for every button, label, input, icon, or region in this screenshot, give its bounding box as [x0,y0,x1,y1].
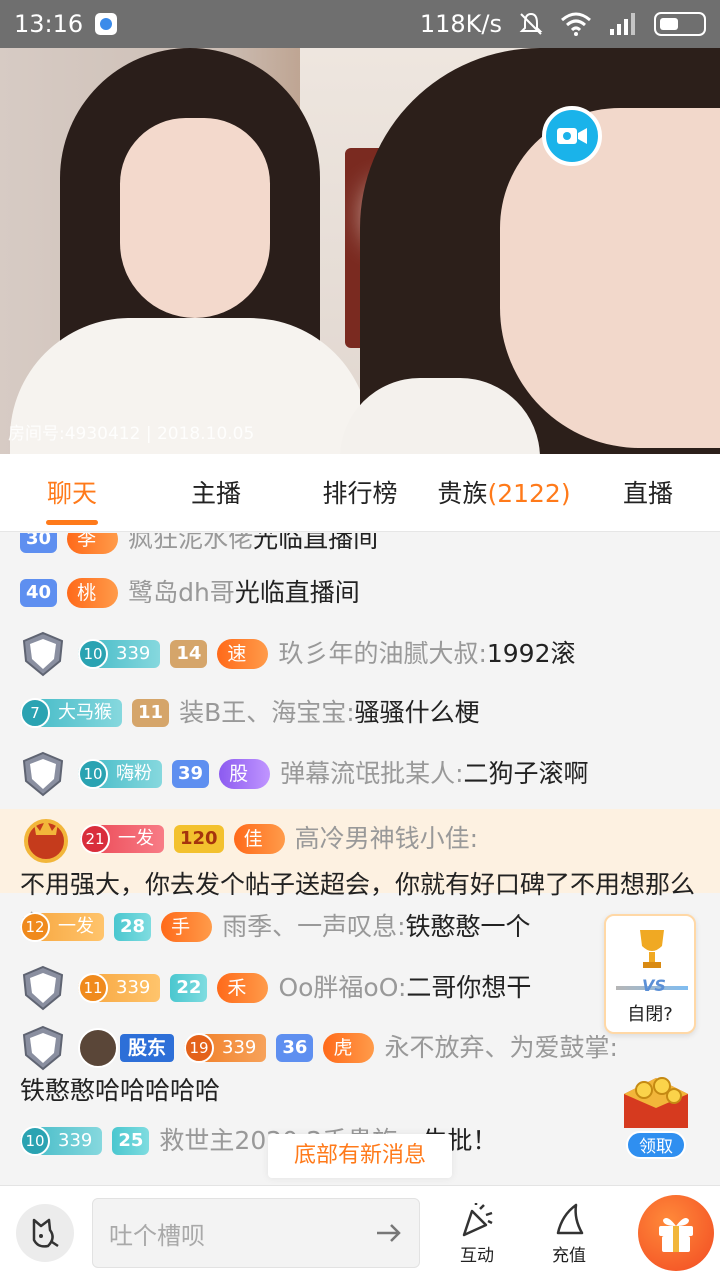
chat-input-placeholder: 吐个槽呗 [109,1221,205,1250]
recharge-icon [556,1203,584,1234]
interact-label: 互动 [460,1245,494,1266]
status-time: 13:16 [14,10,84,38]
knight-shield-icon [20,751,66,797]
fan-badge: 10 339 [20,1126,103,1156]
knight-shield-icon [20,1025,66,1071]
level-badge: 11 [132,699,170,727]
knight-shield-icon [20,631,66,677]
chat-username[interactable]: 永不放弃、为爱鼓掌: [384,1028,617,1068]
chat-text: 骚骚什么梗 [354,698,480,727]
chat-username[interactable]: Oo胖福oO: [278,968,406,1008]
rank-badge: 股 [219,759,271,789]
pk-label: 自閉? [627,1004,673,1025]
signal-icon [610,13,635,35]
level-badge: 28 [114,913,152,941]
fan-badge: 19 339 [184,1033,267,1063]
tab-anchor[interactable]: 主播 [144,454,288,531]
level-badge: 14 [170,640,208,668]
chat-text: 二哥你想干 [406,973,532,1002]
tab-live[interactable]: 直播 [576,454,720,531]
network-speed: 118K/s [419,10,502,38]
level-badge: 22 [170,974,208,1002]
recharge-button[interactable]: 充值 [534,1201,604,1266]
chat-message: 10 339 14 速 玖彡年的油腻大叔: 1992滚 [20,631,706,677]
chat-username[interactable]: 疯狂泥水佬 [128,533,253,559]
interact-button[interactable]: 互动 [442,1201,512,1266]
level-badge: 120 [174,825,224,853]
chat-list[interactable]: 30 李 疯狂泥水佬 光临直播间 40 桃 鹭岛dh哥 光临直播间 10 339 … [0,533,720,1185]
rank-badge: 速 [217,639,269,669]
chat-username[interactable]: 鹭岛dh哥 [128,573,235,613]
rank-badge: 手 [161,912,213,942]
chat-text: 光临直播间 [253,533,379,553]
chat-input[interactable]: 吐个槽呗 [92,1198,420,1268]
chat-text: 铁憨憨哈哈哈哈哈 [20,1076,221,1105]
party-popper-icon [462,1202,493,1236]
chat-text: 二狗子滚啊 [463,759,589,788]
chat-text: 铁憨憨一个 [405,912,531,941]
rank-badge: 禾 [217,973,269,1003]
tab-nobility[interactable]: 贵族(2122) [432,454,576,531]
video-camera-icon [557,128,587,144]
pk-widget[interactable]: VS 自閉? [604,914,696,1034]
claim-button[interactable]: 领取 [626,1131,686,1159]
chat-username[interactable]: 玖彡年的油腻大叔: [278,634,486,674]
rank-badge: 李 [67,533,119,554]
streamer-right-face [500,108,720,448]
tab-chat[interactable]: 聊天 [0,454,144,531]
status-bar: 13:16 118K/s [0,0,720,48]
chat-message: 40 桃 鹭岛dh哥 光临直播间 [20,573,706,613]
emoji-icon [32,1218,59,1248]
emoji-button[interactable] [16,1204,74,1262]
fan-badge: 10 嗨粉 [78,759,162,789]
level-badge: 39 [172,760,210,788]
level-badge: 30 [20,533,58,553]
video-camera-button[interactable] [542,106,602,166]
streamer-left-face [120,118,270,318]
battery-icon [654,12,706,36]
vs-text: VS [642,976,666,995]
chat-username[interactable]: 装B王、海宝宝: [179,693,355,733]
chat-username[interactable]: 高冷男神钱小佳: [295,819,478,859]
rank-badge: 桃 [67,578,119,608]
tab-ranking[interactable]: 排行榜 [288,454,432,531]
fan-badge: 21 一发 [80,824,164,854]
shareholder-avatar [78,1028,118,1068]
send-arrow-icon[interactable] [375,1222,403,1244]
gift-icon [659,1218,693,1252]
level-badge: 25 [112,1127,150,1155]
chat-message: 30 李 疯狂泥水佬 光临直播间 [20,533,706,559]
chat-username[interactable]: 弹幕流氓批某人: [280,754,463,794]
chat-message: 股东 19 339 36 虎 永不放弃、为爱鼓掌: 铁憨憨哈哈哈哈哈 [20,1025,706,1111]
chat-text: 光临直播间 [234,578,360,607]
rank-badge: 佳 [233,824,285,854]
bottom-bar: 吐个槽呗 互动 充值 [0,1185,720,1280]
fan-badge: 12 一发 [20,912,104,942]
recharge-label: 充值 [552,1245,586,1266]
rank-badge: 虎 [323,1033,375,1063]
level-badge: 40 [20,579,58,607]
chat-message: 10 嗨粉 39 股 弹幕流氓批某人: 二狗子滚啊 [20,751,706,797]
fan-badge: 10 339 [78,639,161,669]
app-icon [95,13,118,35]
room-info: 房间号:4930412 | 2018.10.05 [8,424,255,444]
live-video[interactable]: 房间号:4930412 | 2018.10.05 [0,48,720,454]
trophy-icon [640,930,664,968]
new-message-notice[interactable]: 底部有新消息 [268,1134,452,1178]
wifi-icon [561,12,591,36]
fan-badge: 7 大马猴 [20,698,122,728]
tab-bar: 聊天 主播 排行榜 贵族(2122) 直播 [0,454,720,532]
mute-icon [519,12,543,35]
chat-username[interactable]: 雨季、一声叹息: [222,907,405,947]
fan-badge: 11 339 [78,973,161,1003]
chat-text: 1992滚 [486,639,576,668]
knight-shield-icon [20,965,66,1011]
level-badge: 36 [276,1034,314,1062]
emperor-crown-icon [24,819,68,863]
shareholder-badge: 股东 [120,1034,175,1062]
chat-message: 7 大马猴 11 装B王、海宝宝: 骚骚什么梗 [20,693,706,733]
gift-button[interactable] [638,1195,714,1271]
